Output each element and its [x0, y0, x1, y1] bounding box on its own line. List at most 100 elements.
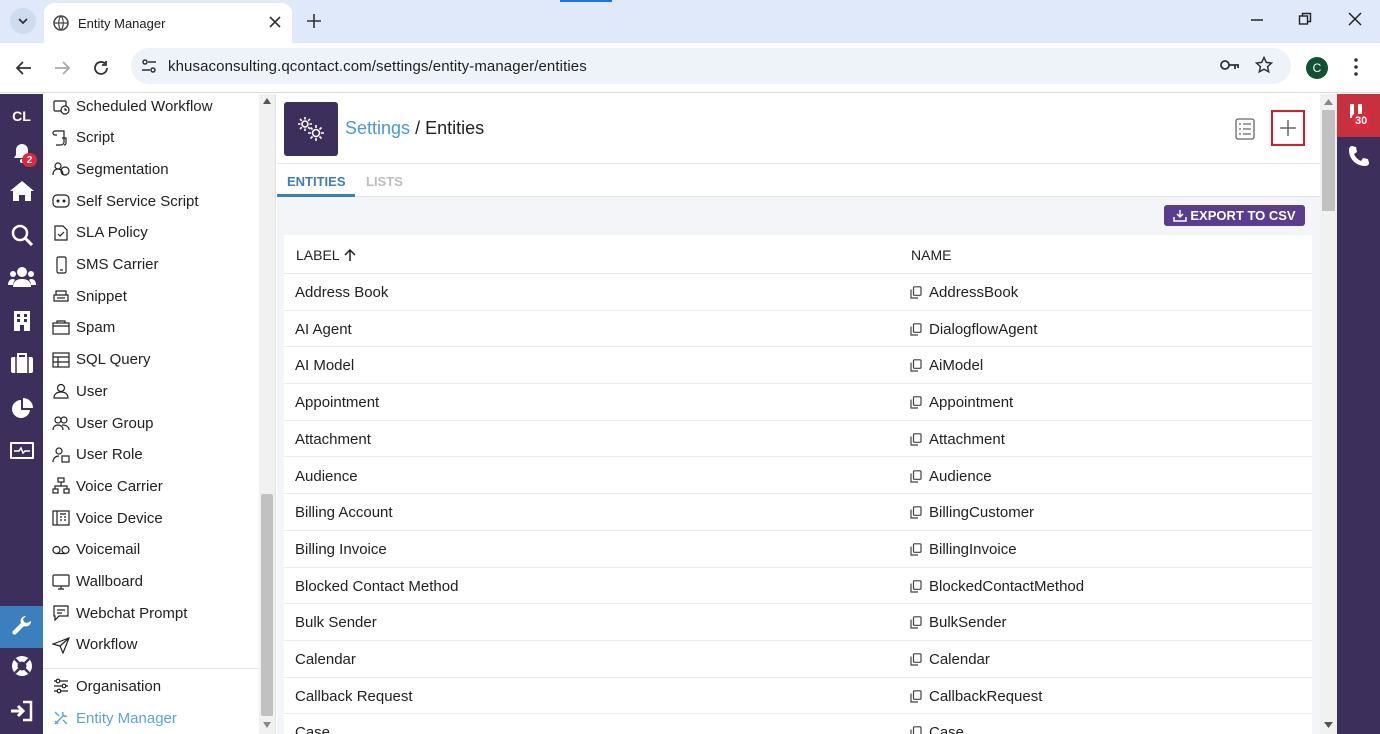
- table-row[interactable]: Audience Audience: [284, 458, 1312, 495]
- nav-item-sql-query[interactable]: SQL Query: [52, 348, 150, 372]
- profile-avatar[interactable]: C: [1306, 57, 1328, 79]
- site-settings-icon[interactable]: [140, 57, 158, 75]
- password-key-icon[interactable]: [1219, 57, 1241, 73]
- copy-icon[interactable]: [910, 579, 922, 593]
- reload-icon[interactable]: [92, 59, 110, 77]
- nav-item-webchat-prompt[interactable]: Webchat Prompt: [52, 601, 187, 625]
- nav-item-entity-manager[interactable]: Entity Manager: [52, 706, 177, 730]
- tab-search-button[interactable]: [10, 8, 36, 34]
- entity-label-cell[interactable]: Bulk Sender: [295, 614, 377, 631]
- copy-icon[interactable]: [910, 543, 922, 556]
- copy-icon[interactable]: [910, 506, 922, 519]
- entity-label-cell[interactable]: Callback Request: [295, 688, 413, 705]
- search-button[interactable]: [0, 224, 43, 246]
- list-view-icon[interactable]: [1235, 118, 1255, 140]
- copy-icon[interactable]: [910, 396, 922, 409]
- copy-icon[interactable]: [910, 653, 922, 666]
- entity-label-cell[interactable]: Billing Invoice: [295, 541, 387, 558]
- table-row[interactable]: Appointment Appointment: [284, 384, 1312, 421]
- close-window-icon[interactable]: [1348, 12, 1362, 26]
- main-scroll-thumb[interactable]: [1322, 110, 1335, 211]
- copy-icon[interactable]: [910, 726, 922, 734]
- browser-menu-icon[interactable]: [1348, 57, 1364, 77]
- nav-item-organisation[interactable]: Organisation: [52, 674, 161, 698]
- copy-icon[interactable]: [910, 432, 922, 446]
- close-tab-icon[interactable]: [268, 15, 282, 29]
- main-scrollbar[interactable]: [1320, 94, 1337, 734]
- copy-icon[interactable]: [910, 359, 922, 372]
- nav-item-self-service-script[interactable]: Self Service Script: [52, 189, 199, 213]
- entity-label-cell[interactable]: AI Agent: [295, 321, 352, 338]
- breadcrumb-settings-link[interactable]: Settings: [345, 118, 410, 138]
- forward-arrow-icon[interactable]: [53, 59, 71, 77]
- table-row[interactable]: AI Agent DialogflowAgent: [284, 311, 1312, 348]
- organisations-button[interactable]: [0, 310, 43, 332]
- back-arrow-icon[interactable]: [15, 59, 33, 77]
- table-row[interactable]: AI Model AiModel: [284, 347, 1312, 385]
- nav-item-user[interactable]: User: [52, 379, 108, 403]
- nav-scroll-thumb[interactable]: [261, 494, 273, 716]
- tab-lists[interactable]: LISTS: [366, 174, 403, 189]
- nav-item-scheduled-workflow[interactable]: Scheduled Workflow: [52, 94, 212, 118]
- nav-item-segmentation[interactable]: Segmentation: [52, 157, 169, 181]
- nav-scrollbar[interactable]: [259, 94, 275, 734]
- nav-item-voicemail[interactable]: Voicemail: [52, 538, 140, 562]
- table-row[interactable]: Blocked Contact Method BlockedContactMeth…: [284, 568, 1312, 605]
- entity-label-cell[interactable]: Appointment: [295, 394, 379, 411]
- column-header-name[interactable]: NAME: [911, 247, 951, 263]
- browser-tab[interactable]: Entity Manager: [44, 3, 292, 43]
- nav-item-spam[interactable]: Spam: [52, 316, 115, 340]
- entity-label-cell[interactable]: Audience: [295, 468, 358, 485]
- table-row[interactable]: Bulk Sender BulkSender: [284, 604, 1312, 641]
- user-initials[interactable]: CL: [0, 108, 43, 124]
- nav-item-user-group[interactable]: User Group: [52, 411, 154, 435]
- copy-icon[interactable]: [910, 616, 922, 629]
- add-entity-button[interactable]: [1271, 110, 1305, 146]
- table-row[interactable]: Attachment Attachment: [284, 421, 1312, 458]
- entity-label-cell[interactable]: Billing Account: [295, 504, 393, 521]
- entity-label-cell[interactable]: AI Model: [295, 357, 354, 374]
- entity-label-cell[interactable]: Address Book: [295, 284, 388, 301]
- nav-item-sms-carrier[interactable]: SMS Carrier: [52, 253, 159, 277]
- entity-label-cell[interactable]: Calendar: [295, 651, 356, 668]
- restore-icon[interactable]: [1298, 12, 1312, 26]
- wallboard-button[interactable]: [0, 441, 43, 461]
- settings-button[interactable]: [0, 606, 43, 648]
- copy-icon[interactable]: [910, 286, 922, 299]
- logout-button[interactable]: [0, 700, 43, 722]
- nav-item-wallboard[interactable]: Wallboard: [52, 570, 143, 594]
- entity-label-cell[interactable]: Case: [295, 724, 330, 734]
- table-row[interactable]: Callback Request CallbackRequest: [284, 678, 1312, 715]
- entity-label-cell[interactable]: Attachment: [295, 431, 371, 448]
- copy-icon[interactable]: [910, 689, 922, 703]
- tab-entities[interactable]: ENTITIES: [287, 174, 346, 189]
- nav-item-snippet[interactable]: Snippet: [52, 284, 127, 308]
- new-tab-icon[interactable]: [304, 11, 324, 31]
- nav-item-workflow[interactable]: Workflow: [52, 633, 137, 657]
- bookmark-star-icon[interactable]: [1255, 56, 1273, 74]
- queue-button[interactable]: 30: [1337, 94, 1380, 137]
- contacts-button[interactable]: [0, 266, 43, 288]
- address-bar[interactable]: khusaconsulting.qcontact.com/settings/en…: [131, 48, 1291, 84]
- table-row[interactable]: Calendar Calendar: [284, 641, 1312, 678]
- scroll-down-icon[interactable]: [263, 722, 271, 728]
- entity-label-cell[interactable]: Blocked Contact Method: [295, 578, 458, 595]
- copy-icon[interactable]: [910, 469, 922, 483]
- help-button[interactable]: [0, 654, 43, 678]
- reports-button[interactable]: [0, 397, 43, 421]
- table-row[interactable]: Address Book AddressBook: [284, 274, 1312, 311]
- home-button[interactable]: [0, 180, 43, 202]
- phone-icon[interactable]: [1347, 144, 1371, 168]
- table-row[interactable]: Billing Account BillingCustomer: [284, 494, 1312, 531]
- nav-item-sla-policy[interactable]: SLA Policy: [52, 221, 148, 245]
- deals-button[interactable]: [0, 352, 43, 374]
- nav-item-user-role[interactable]: User Role: [52, 443, 143, 467]
- scroll-up-icon[interactable]: [1324, 99, 1333, 105]
- copy-icon[interactable]: [910, 322, 922, 336]
- scroll-down-icon[interactable]: [1324, 722, 1333, 728]
- nav-item-script[interactable]: Script: [52, 126, 114, 150]
- table-row[interactable]: Case Case: [284, 714, 1312, 734]
- table-row[interactable]: Billing Invoice BillingInvoice: [284, 531, 1312, 568]
- nav-item-voice-device[interactable]: Voice Device: [52, 506, 163, 530]
- export-csv-button[interactable]: EXPORT TO CSV: [1164, 205, 1305, 226]
